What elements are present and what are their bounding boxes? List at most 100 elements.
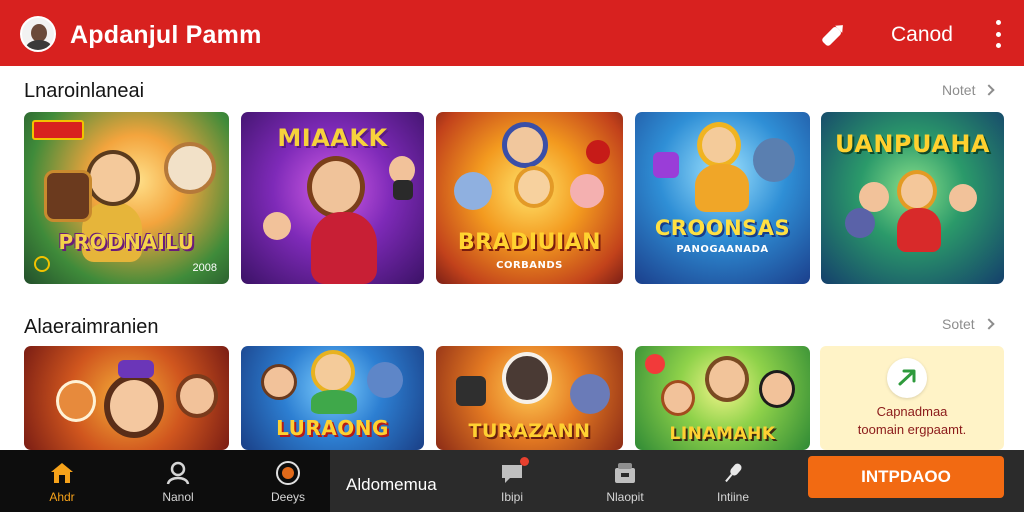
see-all-link-1[interactable]: Notet bbox=[942, 82, 996, 98]
promo-card[interactable]: Capnadmaa toomain ergpaamt. bbox=[820, 346, 1004, 450]
app-title: Apdanjul Pamm bbox=[70, 21, 262, 49]
nav-item-record[interactable]: Deeys bbox=[266, 450, 310, 512]
game-card-title: UANPUAHA bbox=[835, 130, 990, 158]
user-icon bbox=[165, 460, 191, 486]
character-body bbox=[311, 390, 357, 414]
see-all-label: Sotet bbox=[942, 316, 975, 332]
character-head bbox=[176, 374, 218, 418]
avatar[interactable] bbox=[20, 16, 56, 52]
game-card-title: PRODNAILU bbox=[58, 230, 195, 254]
game-card[interactable]: BRADIUIAN CORBANDS bbox=[436, 112, 623, 284]
game-card[interactable]: LURAONG bbox=[241, 346, 424, 450]
promo-text: toomain ergpaamt. bbox=[857, 422, 967, 437]
kebab-dot bbox=[995, 43, 1001, 48]
app-root: Apdanjul Pamm Canod Lnaroinlaneai Notet bbox=[0, 0, 1024, 512]
nav-item-profile[interactable]: Nanol bbox=[156, 450, 200, 512]
promo-arrow-button[interactable] bbox=[887, 358, 927, 398]
game-card-subtitle: CORBANDS bbox=[496, 260, 563, 271]
blue-creature bbox=[753, 138, 795, 182]
small-character bbox=[949, 184, 977, 212]
blue-creature bbox=[570, 374, 610, 414]
small-character bbox=[263, 212, 291, 240]
game-card[interactable]: PRODNAILU 2008 bbox=[24, 112, 229, 284]
game-card-title: CROONSAS bbox=[654, 216, 791, 240]
chat-icon bbox=[499, 457, 529, 486]
game-card[interactable]: MIAAKK bbox=[241, 112, 424, 284]
character-body bbox=[897, 208, 941, 252]
game-card[interactable]: TURAZANN bbox=[436, 346, 623, 450]
character-body bbox=[311, 212, 377, 284]
more-options-icon[interactable] bbox=[990, 20, 1006, 48]
character-head bbox=[307, 156, 365, 218]
nav-item-home[interactable]: Ahdr bbox=[40, 450, 84, 512]
edit-button[interactable] bbox=[816, 18, 850, 52]
section-title-1: Lnaroinlaneai bbox=[24, 80, 145, 102]
star-icon bbox=[586, 140, 610, 164]
bear-icon bbox=[502, 352, 552, 404]
promo-text: Capnadmaa bbox=[876, 404, 948, 419]
chevron-right-icon bbox=[983, 84, 996, 96]
gadget-icon bbox=[456, 376, 486, 406]
gem-icon bbox=[653, 152, 679, 178]
game-card-title: TURAZANN bbox=[468, 420, 591, 442]
game-ribbon bbox=[32, 120, 84, 140]
character-head bbox=[104, 374, 164, 438]
see-all-link-2[interactable]: Sotet bbox=[942, 316, 995, 332]
small-character bbox=[759, 370, 795, 408]
trophy-icon bbox=[845, 208, 875, 238]
chevron-right-icon bbox=[983, 318, 995, 330]
kebab-dot bbox=[995, 20, 1001, 25]
home-icon bbox=[49, 460, 75, 486]
blue-creature bbox=[367, 362, 403, 398]
nav-item-label: Deeys bbox=[270, 490, 305, 504]
character-head bbox=[502, 122, 548, 168]
small-character bbox=[661, 380, 695, 416]
shield-icon bbox=[44, 170, 92, 222]
blue-creature bbox=[454, 172, 492, 210]
nav-item-label: Ahdr bbox=[49, 490, 75, 504]
record-icon bbox=[275, 460, 301, 486]
hair-bow bbox=[118, 360, 154, 378]
game-card-title: LURAONG bbox=[276, 416, 389, 440]
game-card-title: BRADIUIAN bbox=[457, 230, 602, 255]
wand-icon bbox=[393, 180, 413, 200]
game-card[interactable]: CROONSAS PANOGAANADA bbox=[635, 112, 810, 284]
small-character bbox=[261, 364, 297, 400]
nav-item-label: Intiine bbox=[716, 490, 750, 504]
character-head bbox=[514, 166, 554, 208]
nav-item-label: Ibipi bbox=[500, 490, 523, 504]
avatar-body bbox=[26, 40, 52, 50]
nav-item-chat[interactable]: Ibipi bbox=[490, 450, 534, 512]
character-head bbox=[897, 170, 937, 212]
nav-item-microphone[interactable]: Intiine bbox=[708, 450, 758, 512]
nav-item-label: Nanol bbox=[162, 490, 194, 504]
pink-creature bbox=[570, 174, 604, 208]
microphone-icon bbox=[720, 460, 746, 486]
game-card[interactable] bbox=[24, 346, 229, 450]
store-icon bbox=[612, 460, 638, 486]
character-head bbox=[86, 150, 140, 206]
nav-item-label: Nlaopit bbox=[606, 490, 644, 504]
bottom-nav-section-label[interactable]: Aldomemua bbox=[346, 475, 437, 495]
arrow-icon bbox=[898, 369, 916, 386]
game-card[interactable]: LINAMAHK bbox=[635, 346, 810, 450]
see-all-label: Notet bbox=[942, 82, 976, 98]
game-card-badge: 2008 bbox=[192, 262, 217, 274]
dog-character bbox=[164, 142, 216, 194]
primary-cta-button[interactable]: INTPDAOO bbox=[808, 456, 1004, 498]
nav-item-store[interactable]: Nlaopit bbox=[600, 450, 650, 512]
character-body bbox=[695, 164, 749, 212]
section-title-2: Alaeraimranien bbox=[24, 316, 159, 338]
game-card-subtitle: PANOGAANADA bbox=[676, 244, 769, 255]
header-action-button[interactable]: Canod bbox=[891, 23, 953, 47]
character-head bbox=[697, 122, 741, 168]
game-card[interactable]: UANPUAHA bbox=[821, 112, 1004, 284]
play-icon bbox=[34, 256, 50, 272]
pencil-icon bbox=[822, 25, 843, 46]
game-card-title: MIAAKK bbox=[277, 124, 388, 152]
character-head bbox=[311, 350, 355, 394]
app-header: Apdanjul Pamm Canod bbox=[0, 0, 1024, 66]
game-card-title: LINAMAHK bbox=[669, 424, 776, 444]
fox-icon bbox=[56, 380, 96, 422]
kebab-dot bbox=[995, 31, 1001, 37]
